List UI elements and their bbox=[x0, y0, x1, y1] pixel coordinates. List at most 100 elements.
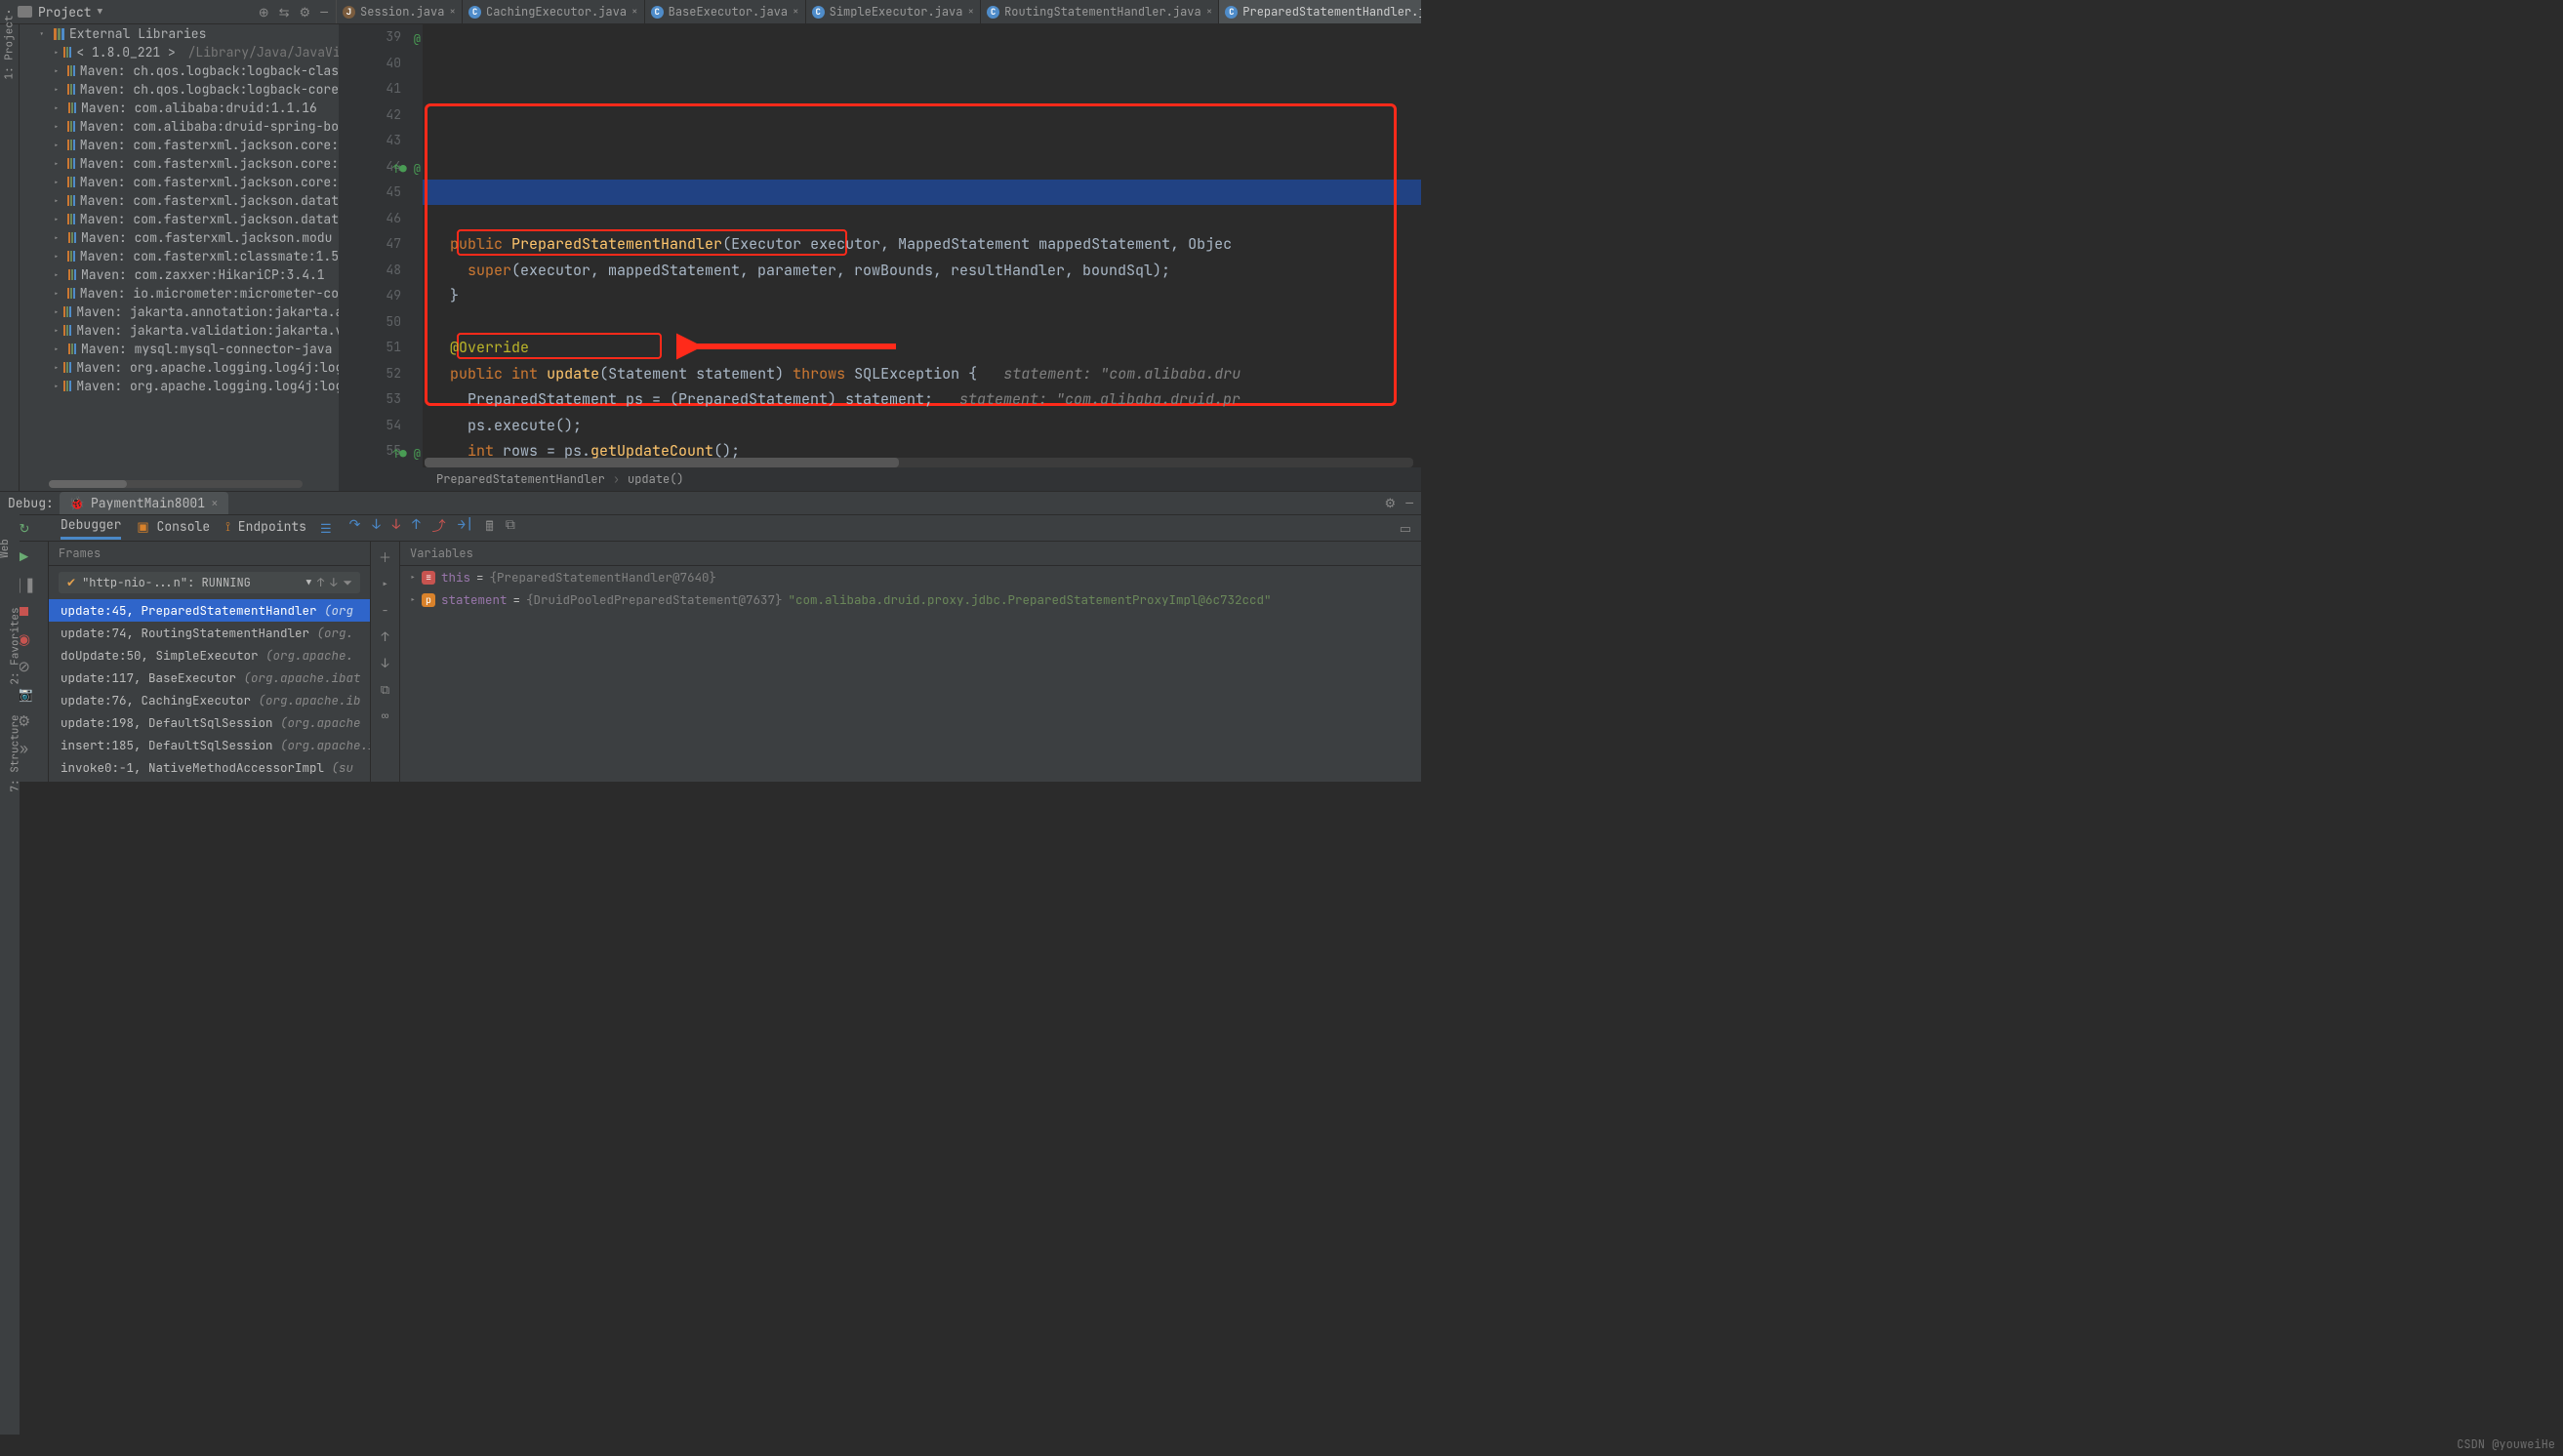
breadcrumb[interactable]: PreparedStatementHandler › update() bbox=[339, 467, 1421, 491]
tree-item[interactable]: ▸Maven: com.zaxxer:HikariCP:3.4.1 bbox=[20, 265, 339, 284]
project-tree[interactable]: ▾ External Libraries ▸< 1.8.0_221 > /Lib… bbox=[20, 24, 339, 491]
stack-frame[interactable]: update:198, DefaultSqlSession (org.apach… bbox=[49, 711, 370, 734]
expand-arrow-icon[interactable]: ▸ bbox=[54, 251, 62, 263]
tree-item[interactable]: ▸Maven: jakarta.annotation:jakarta.an bbox=[20, 303, 339, 321]
stack-frame[interactable]: update:45, PreparedStatementHandler (org bbox=[49, 599, 370, 622]
link-icon[interactable]: ∞ bbox=[382, 708, 389, 724]
side-tab-structure[interactable]: 7: Structure bbox=[9, 714, 22, 791]
tree-item[interactable]: ▸Maven: ch.qos.logback:logback-clas bbox=[20, 61, 339, 80]
expand-arrow-icon[interactable]: ▸ bbox=[54, 344, 63, 355]
expand-arrow-icon[interactable]: ▸ bbox=[54, 140, 62, 151]
stack-frame[interactable]: update:74, RoutingStatementHandler (org. bbox=[49, 622, 370, 644]
expand-arrow-icon[interactable]: ▸ bbox=[54, 177, 62, 188]
expand-arrow-icon[interactable]: ▸ bbox=[410, 593, 416, 606]
add-watch-icon[interactable]: ＋ bbox=[379, 547, 391, 566]
editor-tab[interactable]: CPreparedStatementHandler.java× bbox=[1219, 0, 1421, 23]
expand-arrow-icon[interactable]: ▾ bbox=[39, 28, 49, 40]
breadcrumb-class[interactable]: PreparedStatementHandler bbox=[436, 471, 605, 487]
tree-item[interactable]: ▸Maven: com.fasterxml.jackson.datat bbox=[20, 191, 339, 210]
stack-frame[interactable]: insert:185, DefaultSqlSession (org.apach… bbox=[49, 734, 370, 756]
gear-icon[interactable]: ⚙ bbox=[300, 4, 311, 20]
tab-endpoints[interactable]: ⟟ Endpoints bbox=[225, 518, 306, 539]
tree-root[interactable]: ▾ External Libraries bbox=[20, 24, 339, 43]
close-icon[interactable]: × bbox=[631, 5, 638, 19]
code-content[interactable]: public PreparedStatementHandler(Executor… bbox=[423, 24, 1421, 467]
collapse-icon[interactable]: ⇆ bbox=[279, 4, 290, 20]
expand-arrow-icon[interactable]: ▸ bbox=[54, 325, 59, 337]
variable-row[interactable]: ▸pstatement = {DruidPooledPreparedStatem… bbox=[400, 588, 1421, 611]
tree-item[interactable]: ▸Maven: com.fasterxml:classmate:1.5 bbox=[20, 247, 339, 265]
expand-arrow-icon[interactable]: ▸ bbox=[54, 47, 59, 59]
minimize-icon[interactable]: — bbox=[320, 4, 328, 20]
expand-icon[interactable]: ▸ bbox=[382, 576, 389, 592]
stack-frame[interactable]: invoke0:-1, NativeMethodAccessorImpl (su bbox=[49, 756, 370, 779]
step-over-icon[interactable]: ↷ bbox=[349, 516, 361, 540]
tree-item[interactable]: ▸Maven: com.alibaba:druid-spring-bo bbox=[20, 117, 339, 136]
expand-arrow-icon[interactable]: ▸ bbox=[54, 288, 62, 300]
tab-debugger[interactable]: Debugger bbox=[61, 516, 121, 540]
expand-arrow-icon[interactable]: ▸ bbox=[54, 195, 62, 207]
tree-item[interactable]: ▸Maven: org.apache.logging.log4j:log bbox=[20, 377, 339, 395]
expand-arrow-icon[interactable]: ▸ bbox=[54, 65, 62, 77]
resume-icon[interactable]: ▶ bbox=[20, 547, 28, 567]
tree-hscrollbar[interactable] bbox=[49, 480, 303, 488]
side-tab-web[interactable]: Web bbox=[0, 539, 12, 558]
next-frame-icon[interactable]: ↓ bbox=[330, 575, 337, 590]
tree-item[interactable]: ▸< 1.8.0_221 > /Library/Java/JavaVirt bbox=[20, 43, 339, 61]
side-tab-project[interactable]: 1: Project bbox=[3, 61, 17, 80]
copy-icon[interactable]: ⧉ bbox=[381, 681, 389, 698]
rerun-icon[interactable]: ↻ bbox=[20, 520, 30, 537]
tree-item[interactable]: ▸Maven: jakarta.validation:jakarta.vali bbox=[20, 321, 339, 340]
editor-tab[interactable]: JSession.java× bbox=[337, 0, 463, 23]
up-icon[interactable]: ↑ bbox=[382, 628, 389, 645]
expand-arrow-icon[interactable]: ▸ bbox=[54, 102, 63, 114]
remove-icon[interactable]: − bbox=[382, 602, 389, 619]
drop-frame-icon[interactable]: ⤴ bbox=[432, 516, 446, 540]
tree-item[interactable]: ▸Maven: com.fasterxml.jackson.modu bbox=[20, 228, 339, 247]
expand-arrow-icon[interactable]: ▸ bbox=[54, 84, 62, 96]
tree-item[interactable]: ▸Maven: com.fasterxml.jackson.datat bbox=[20, 210, 339, 228]
target-icon[interactable]: ⊕ bbox=[259, 4, 269, 20]
tab-console[interactable]: ▣ Console bbox=[137, 518, 210, 539]
editor-tab[interactable]: CCachingExecutor.java× bbox=[463, 0, 645, 23]
expand-arrow-icon[interactable]: ▸ bbox=[54, 381, 59, 392]
side-tab-favorites[interactable]: 2: Favorites bbox=[9, 607, 22, 684]
editor-tab[interactable]: CSimpleExecutor.java× bbox=[806, 0, 981, 23]
evaluate-icon[interactable]: 🖩 bbox=[485, 516, 493, 540]
threads-icon[interactable]: ☰ bbox=[320, 520, 332, 537]
step-into-icon[interactable]: ↓ bbox=[372, 516, 380, 540]
stack-frame[interactable]: update:76, CachingExecutor (org.apache.i… bbox=[49, 689, 370, 711]
editor-tab[interactable]: CRoutingStatementHandler.java× bbox=[981, 0, 1219, 23]
tree-item[interactable]: ▸Maven: ch.qos.logback:logback-core bbox=[20, 80, 339, 99]
expand-arrow-icon[interactable]: ▸ bbox=[54, 362, 59, 374]
project-selector[interactable]: Project ▼ bbox=[18, 4, 102, 20]
prev-frame-icon[interactable]: ↑ bbox=[317, 575, 324, 590]
force-step-into-icon[interactable]: ↓ bbox=[392, 516, 400, 540]
expand-arrow-icon[interactable]: ▸ bbox=[54, 269, 63, 281]
layout-icon[interactable]: ▭ bbox=[1400, 520, 1411, 537]
tree-item[interactable]: ▸Maven: org.apache.logging.log4j:log bbox=[20, 358, 339, 377]
editor-tab[interactable]: CBaseExecutor.java× bbox=[645, 0, 806, 23]
tree-item[interactable]: ▸Maven: com.fasterxml.jackson.core: bbox=[20, 173, 339, 191]
down-icon[interactable]: ↓ bbox=[382, 655, 389, 671]
close-icon[interactable]: × bbox=[1206, 5, 1213, 19]
close-icon[interactable]: × bbox=[211, 495, 219, 511]
run-to-cursor-icon[interactable]: →| bbox=[458, 516, 474, 540]
expand-arrow-icon[interactable]: ▸ bbox=[54, 306, 59, 318]
close-icon[interactable]: × bbox=[449, 5, 456, 19]
tree-item[interactable]: ▸Maven: com.fasterxml.jackson.core: bbox=[20, 136, 339, 154]
minimize-icon[interactable]: — bbox=[1405, 495, 1413, 511]
filter-icon[interactable]: ⏷ bbox=[343, 575, 352, 590]
debug-run-config-tab[interactable]: 🐞 PaymentMain8001 × bbox=[60, 492, 228, 514]
variable-row[interactable]: ▸≡this = {PreparedStatementHandler@7640} bbox=[400, 566, 1421, 588]
stack-frame[interactable]: update:117, BaseExecutor (org.apache.iba… bbox=[49, 667, 370, 689]
close-icon[interactable]: × bbox=[793, 5, 799, 19]
expand-arrow-icon[interactable]: ▸ bbox=[410, 571, 416, 584]
expand-arrow-icon[interactable]: ▸ bbox=[54, 121, 62, 133]
thread-selector[interactable]: ✔ "http-nio-...n": RUNNING ▼ ↑ ↓ ⏷ bbox=[59, 572, 360, 593]
close-icon[interactable]: × bbox=[967, 5, 974, 19]
breadcrumb-method[interactable]: update() bbox=[628, 471, 684, 487]
expand-arrow-icon[interactable]: ▸ bbox=[54, 158, 62, 170]
expand-arrow-icon[interactable]: ▸ bbox=[54, 214, 62, 225]
tree-item[interactable]: ▸Maven: com.alibaba:druid:1.1.16 bbox=[20, 99, 339, 117]
